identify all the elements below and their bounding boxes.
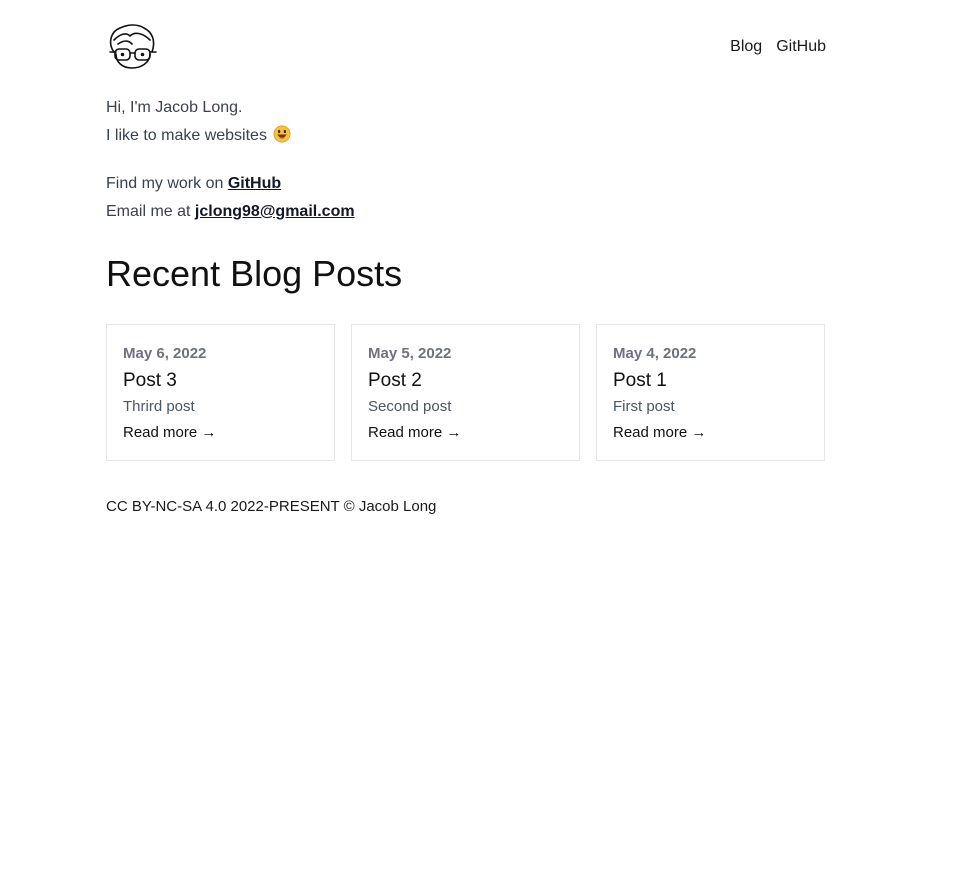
post-title: Post 3 (123, 370, 177, 391)
tagline-text: I like to make websites (106, 127, 267, 144)
contact-info: Find my work on GitHub Email me at jclon… (106, 170, 826, 226)
intro: Hi, I'm Jacob Long. I like to make websi… (106, 94, 826, 150)
nav-blog-link[interactable]: Blog (730, 37, 762, 57)
home-logo-link[interactable] (106, 22, 158, 70)
read-more-link[interactable]: Read more → (123, 423, 216, 443)
post-cards: May 6, 2022 Post 3 Thrird post Read more… (106, 324, 826, 461)
github-prefix: Find my work on (106, 175, 224, 192)
post-card: May 6, 2022 Post 3 Thrird post Read more… (106, 324, 335, 461)
github-line: Find my work on GitHub (106, 170, 826, 198)
email-line: Email me at jclong98@gmail.com (106, 198, 826, 226)
page: Blog GitHub Hi, I'm Jacob Long. I like t… (106, 0, 826, 517)
post-description: First post (613, 398, 675, 415)
top-nav: Blog GitHub (730, 37, 826, 57)
avatar-glasses-icon (109, 24, 157, 69)
post-card: May 4, 2022 Post 1 First post Read more … (596, 324, 825, 461)
read-more-link[interactable]: Read more → (368, 423, 461, 443)
email-link[interactable]: jclong98@gmail.com (195, 203, 355, 220)
post-description: Thrird post (123, 398, 195, 415)
post-date: May 4, 2022 (613, 345, 697, 362)
site-header: Blog GitHub (106, 0, 826, 76)
smiling-face-emoji-icon (273, 125, 291, 143)
email-prefix: Email me at (106, 203, 191, 220)
post-description: Second post (368, 398, 452, 415)
post-date: May 5, 2022 (368, 345, 452, 362)
post-card: May 5, 2022 Post 2 Second post Read more… (351, 324, 580, 461)
read-more-link[interactable]: Read more → (613, 423, 706, 443)
post-title: Post 1 (613, 370, 667, 391)
post-title: Post 2 (368, 370, 422, 391)
tagline-line: I like to make websites (106, 122, 826, 150)
post-date: May 6, 2022 (123, 345, 207, 362)
site-footer: CC BY-NC-SA 4.0 2022-PRESENT © Jacob Lon… (106, 498, 437, 515)
greeting-text: Hi, I'm Jacob Long. (106, 99, 243, 116)
github-profile-link[interactable]: GitHub (228, 175, 281, 192)
nav-github-link[interactable]: GitHub (776, 37, 826, 57)
recent-posts-heading: Recent Blog Posts (106, 253, 403, 294)
